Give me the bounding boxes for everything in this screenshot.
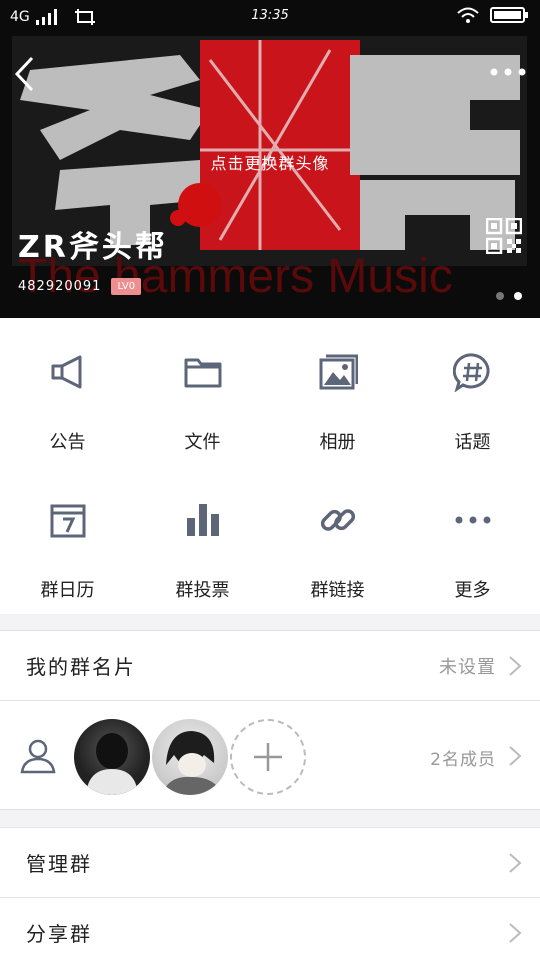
group-header-banner[interactable]: The hammers Music 4G 13:35 点击更换群头像 ZR斧头帮…: [0, 0, 540, 318]
plus-icon: [254, 743, 282, 771]
member-photo: [86, 733, 138, 795]
level-badge: LV0: [111, 278, 142, 295]
wifi-icon: [457, 7, 479, 23]
group-info-section: 我的群名片 未设置 2名成员: [0, 630, 540, 810]
member-avatar[interactable]: [152, 719, 228, 795]
member-photo: [162, 731, 222, 795]
status-bar: 4G 13:35: [0, 0, 540, 34]
album-icon: [319, 354, 358, 390]
banner-pager: [496, 292, 522, 300]
qr-code-button[interactable]: [486, 218, 522, 254]
manage-group-title: 管理群: [26, 852, 92, 876]
folder-icon: [184, 358, 221, 388]
chevron-right-icon: [509, 853, 522, 873]
members-row[interactable]: 2名成员: [0, 700, 540, 810]
chevron-right-icon: [509, 923, 522, 943]
group-id-row: 482920091 LV0: [18, 278, 142, 295]
feature-label: 文件: [184, 432, 221, 453]
feature-label: 更多: [454, 580, 491, 601]
feature-label: 群日历: [40, 580, 95, 601]
pager-dot-active: [514, 292, 522, 300]
add-member-button[interactable]: [230, 719, 306, 795]
feature-topics[interactable]: 话题: [405, 318, 540, 466]
chevron-right-icon: [509, 746, 522, 766]
feature-announcement[interactable]: 公告: [0, 318, 135, 466]
chevron-right-icon: [509, 656, 522, 676]
feature-grid: 公告 文件 相册 话题 群日历 群投票 群链接 更多: [0, 318, 540, 614]
group-id: 482920091: [18, 279, 102, 294]
feature-label: 相册: [319, 432, 356, 453]
share-group-title: 分享群: [26, 922, 92, 946]
feature-label: 群链接: [310, 580, 365, 601]
link-icon: [320, 509, 355, 531]
feature-label: 公告: [49, 432, 86, 453]
bar-chart-icon: [186, 504, 219, 536]
battery-icon: [490, 7, 528, 23]
feature-album[interactable]: 相册: [270, 318, 405, 466]
my-group-card-title: 我的群名片: [26, 655, 136, 679]
group-actions-section: 管理群 分享群: [0, 827, 540, 960]
feature-files[interactable]: 文件: [135, 318, 270, 466]
feature-more[interactable]: 更多: [405, 466, 540, 614]
feature-link[interactable]: 群链接: [270, 466, 405, 614]
calendar-icon: [50, 504, 85, 538]
manage-group-row[interactable]: 管理群: [0, 827, 540, 897]
more-options-button[interactable]: [488, 62, 528, 82]
feature-label: 话题: [454, 432, 491, 453]
member-count: 2名成员: [430, 750, 496, 770]
feature-vote[interactable]: 群投票: [135, 466, 270, 614]
members-icon: [20, 739, 56, 774]
back-button[interactable]: [10, 54, 40, 94]
feature-label: 群投票: [175, 580, 230, 601]
my-group-card-value: 未设置: [439, 656, 496, 678]
share-group-row[interactable]: 分享群: [0, 897, 540, 960]
change-avatar-link[interactable]: 点击更换群头像: [0, 150, 540, 174]
my-group-card-row[interactable]: 我的群名片 未设置: [0, 630, 540, 700]
member-avatar[interactable]: [74, 719, 150, 795]
group-name: ZR斧头帮: [18, 230, 168, 265]
pager-dot: [496, 292, 504, 300]
megaphone-icon: [51, 355, 81, 389]
feature-calendar[interactable]: 群日历: [0, 466, 135, 614]
hashtag-bubble-icon: [452, 353, 489, 392]
more-icon: [455, 516, 490, 524]
